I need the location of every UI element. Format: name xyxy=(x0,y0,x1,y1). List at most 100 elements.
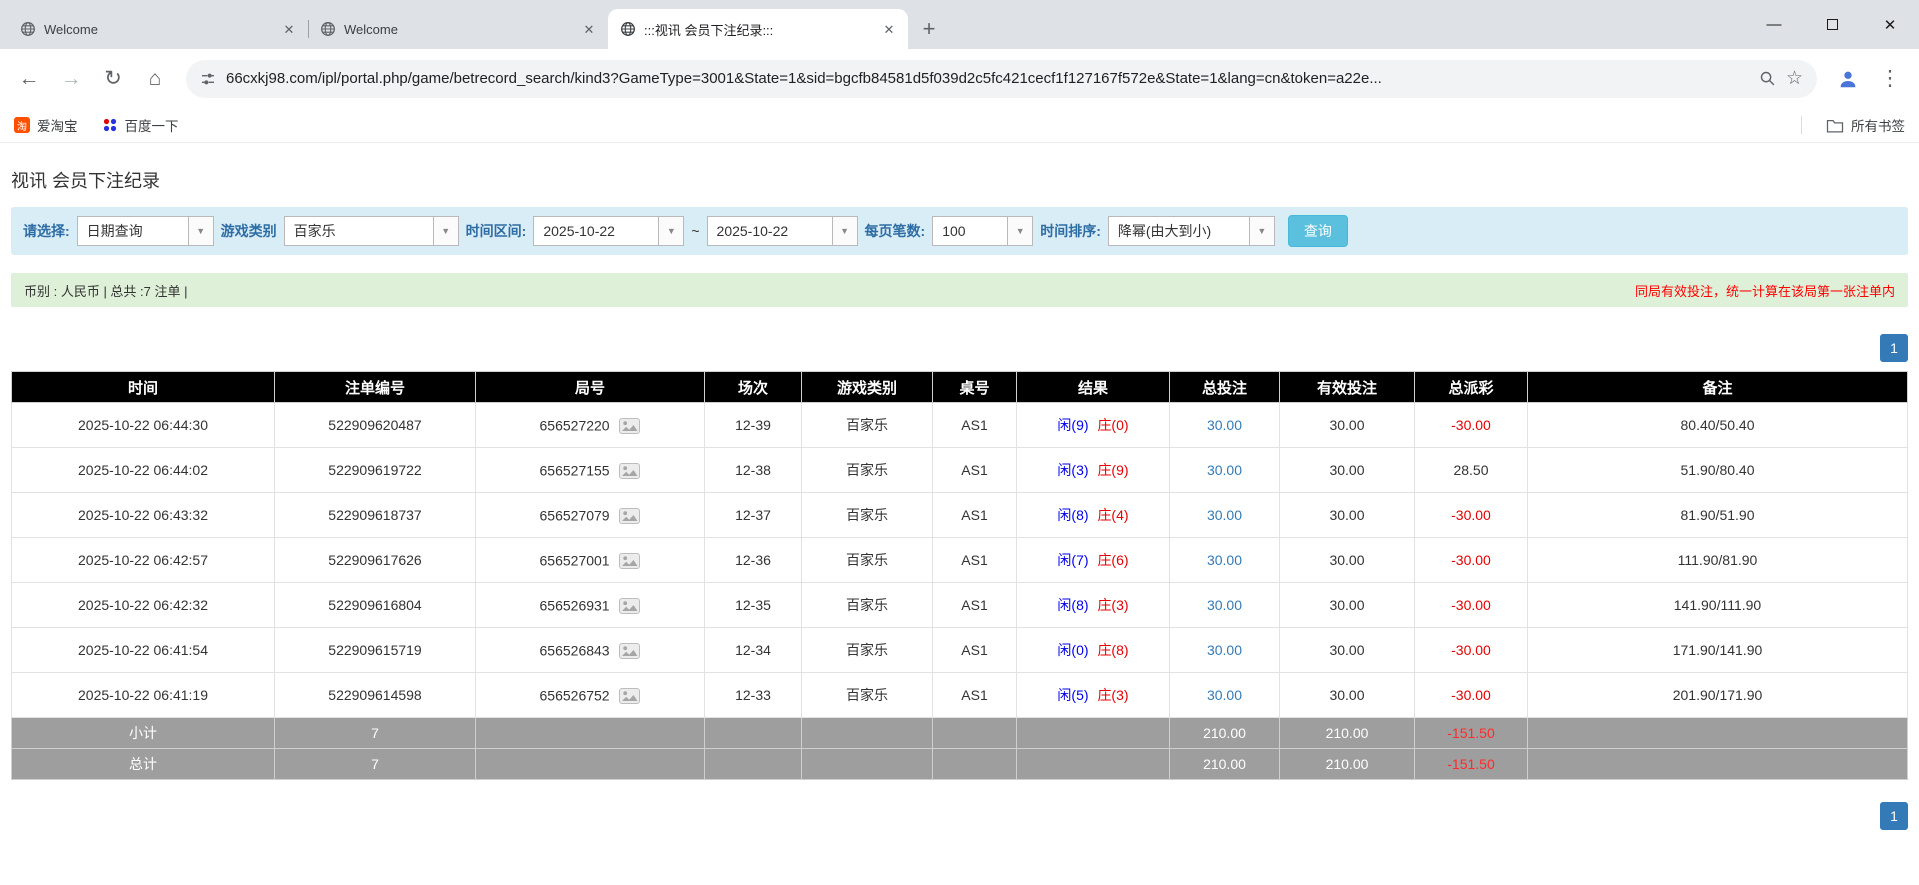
cell-valid-bet: 30.00 xyxy=(1279,582,1415,628)
game-type-select[interactable]: 百家乐 ▼ xyxy=(283,216,459,246)
total-bet-link[interactable]: 30.00 xyxy=(1207,417,1242,433)
round-preview-icon[interactable] xyxy=(619,552,641,569)
pagination-bottom: 1 xyxy=(11,802,1908,830)
sort-order-label: 时间排序: xyxy=(1040,223,1101,239)
total-bet-link[interactable]: 30.00 xyxy=(1207,597,1242,613)
cell-bet-id: 522909620487 xyxy=(274,402,476,448)
tab-title: :::视讯 会员下注纪录::: xyxy=(644,22,774,38)
cell-session: 12-36 xyxy=(704,537,802,583)
total-row: 总计 7 210.00 210.00 -151.50 xyxy=(11,748,1908,780)
page-number-button[interactable]: 1 xyxy=(1880,802,1908,830)
total-count: 7 xyxy=(274,748,476,780)
round-preview-icon[interactable] xyxy=(619,507,641,524)
round-preview-icon[interactable] xyxy=(619,417,641,434)
subtotal-total-bet: 210.00 xyxy=(1169,717,1280,749)
bookmark-baidu[interactable]: 百度一下 xyxy=(102,115,179,135)
date-from-select[interactable]: 2025-10-22 ▼ xyxy=(533,216,685,246)
menu-kebab-icon[interactable]: ⋮ xyxy=(1871,60,1909,98)
subtotal-label: 小计 xyxy=(11,717,275,749)
chevron-down-icon[interactable]: ▼ xyxy=(1249,216,1275,246)
back-button[interactable]: ← xyxy=(10,60,48,98)
cell-round-id: 656527155 xyxy=(475,447,705,493)
browser-tab-1[interactable]: Welcome ✕ xyxy=(8,9,308,49)
window-close-button[interactable]: ✕ xyxy=(1861,0,1919,49)
tab-close-icon[interactable]: ✕ xyxy=(280,20,298,38)
bookmark-taobao[interactable]: 淘 爱淘宝 xyxy=(14,115,78,135)
cell-valid-bet: 30.00 xyxy=(1279,492,1415,538)
result-player: 闲(3) xyxy=(1057,462,1089,478)
cell-total-bet: 30.00 xyxy=(1169,537,1280,583)
round-preview-icon[interactable] xyxy=(619,462,641,479)
cell-payout: -30.00 xyxy=(1414,627,1528,673)
bookmark-star-icon[interactable]: ☆ xyxy=(1786,67,1803,90)
cell-payout: -30.00 xyxy=(1414,492,1528,538)
cell-bet-id: 522909615719 xyxy=(274,627,476,673)
cell-time: 2025-10-22 06:41:19 xyxy=(11,672,275,718)
result-player: 闲(9) xyxy=(1057,417,1089,433)
total-bet-link[interactable]: 30.00 xyxy=(1207,552,1242,568)
cell-total-bet: 30.00 xyxy=(1169,402,1280,448)
chevron-down-icon[interactable]: ▼ xyxy=(832,216,858,246)
forward-button[interactable]: → xyxy=(52,60,90,98)
cell-note: 80.40/50.40 xyxy=(1527,402,1908,448)
chevron-down-icon[interactable]: ▼ xyxy=(659,216,685,246)
address-bar[interactable]: 66cxkj98.com/ipl/portal.php/game/betreco… xyxy=(186,59,1817,98)
cell-session: 12-39 xyxy=(704,402,802,448)
round-id-text: 656526931 xyxy=(539,597,610,614)
empty-cell xyxy=(932,748,1017,780)
tab-close-icon[interactable]: ✕ xyxy=(580,20,598,38)
result-player: 闲(5) xyxy=(1057,687,1089,703)
empty-cell xyxy=(932,717,1017,749)
round-preview-icon[interactable] xyxy=(619,687,641,704)
tab-close-icon[interactable]: ✕ xyxy=(880,20,898,38)
url-text[interactable]: 66cxkj98.com/ipl/portal.php/game/betreco… xyxy=(226,70,1749,87)
home-button[interactable]: ⌂ xyxy=(136,60,174,98)
site-settings-icon[interactable] xyxy=(200,71,216,87)
total-bet-link[interactable]: 30.00 xyxy=(1207,462,1242,478)
cell-time: 2025-10-22 06:41:54 xyxy=(11,627,275,673)
bookmark-label: 爱淘宝 xyxy=(37,119,78,134)
per-page-select[interactable]: 100 ▼ xyxy=(932,216,1034,246)
total-bet-link[interactable]: 30.00 xyxy=(1207,687,1242,703)
baidu-icon xyxy=(102,117,118,133)
total-total-bet: 210.00 xyxy=(1169,748,1280,780)
cell-table-no: AS1 xyxy=(932,537,1017,583)
table-header-row: 时间 注单编号 局号 场次 游戏类别 桌号 结果 总投注 有效投注 总派彩 备注 xyxy=(11,371,1908,403)
round-preview-icon[interactable] xyxy=(619,642,641,659)
cell-note: 81.90/51.90 xyxy=(1527,492,1908,538)
date-to-select[interactable]: 2025-10-22 ▼ xyxy=(706,216,858,246)
select-mode-label: 请选择: xyxy=(23,223,70,239)
cell-round-id: 656527079 xyxy=(475,492,705,538)
total-bet-link[interactable]: 30.00 xyxy=(1207,642,1242,658)
window-minimize-button[interactable]: — xyxy=(1745,0,1803,49)
cell-result: 闲(8) 庄(3) xyxy=(1016,582,1170,628)
new-tab-button[interactable]: + xyxy=(914,14,944,44)
reload-button[interactable]: ↻ xyxy=(94,60,132,98)
browser-tab-2[interactable]: Welcome ✕ xyxy=(308,9,608,49)
search-button[interactable]: 查询 xyxy=(1287,215,1348,247)
zoom-icon[interactable] xyxy=(1759,70,1776,87)
chevron-down-icon[interactable]: ▼ xyxy=(1008,216,1034,246)
query-mode-select[interactable]: 日期查询 ▼ xyxy=(76,216,214,246)
cell-game-type: 百家乐 xyxy=(801,537,933,583)
game-type-label: 游戏类别 xyxy=(220,223,277,239)
cell-valid-bet: 30.00 xyxy=(1279,537,1415,583)
cell-time: 2025-10-22 06:44:02 xyxy=(11,447,275,493)
window-maximize-button[interactable] xyxy=(1803,0,1861,49)
chevron-down-icon[interactable]: ▼ xyxy=(433,216,459,246)
date-range-label: 时间区间: xyxy=(465,223,527,239)
total-bet-link[interactable]: 30.00 xyxy=(1207,507,1242,523)
table-row: 2025-10-22 06:42:57 522909617626 6565270… xyxy=(11,537,1908,583)
cell-total-bet: 30.00 xyxy=(1169,627,1280,673)
profile-avatar[interactable] xyxy=(1829,60,1867,98)
col-header-time: 时间 xyxy=(11,371,275,403)
sort-order-select[interactable]: 降幂(由大到小) ▼ xyxy=(1107,216,1275,246)
chevron-down-icon[interactable]: ▼ xyxy=(188,216,214,246)
round-preview-icon[interactable] xyxy=(619,597,641,614)
all-bookmarks-button[interactable]: 所有书签 xyxy=(1826,115,1905,135)
cell-table-no: AS1 xyxy=(932,582,1017,628)
browser-tab-active[interactable]: :::视讯 会员下注纪录::: ✕ xyxy=(608,9,908,49)
table-row: 2025-10-22 06:41:19 522909614598 6565267… xyxy=(11,672,1908,718)
page-number-button[interactable]: 1 xyxy=(1880,334,1908,362)
cell-session: 12-34 xyxy=(704,627,802,673)
